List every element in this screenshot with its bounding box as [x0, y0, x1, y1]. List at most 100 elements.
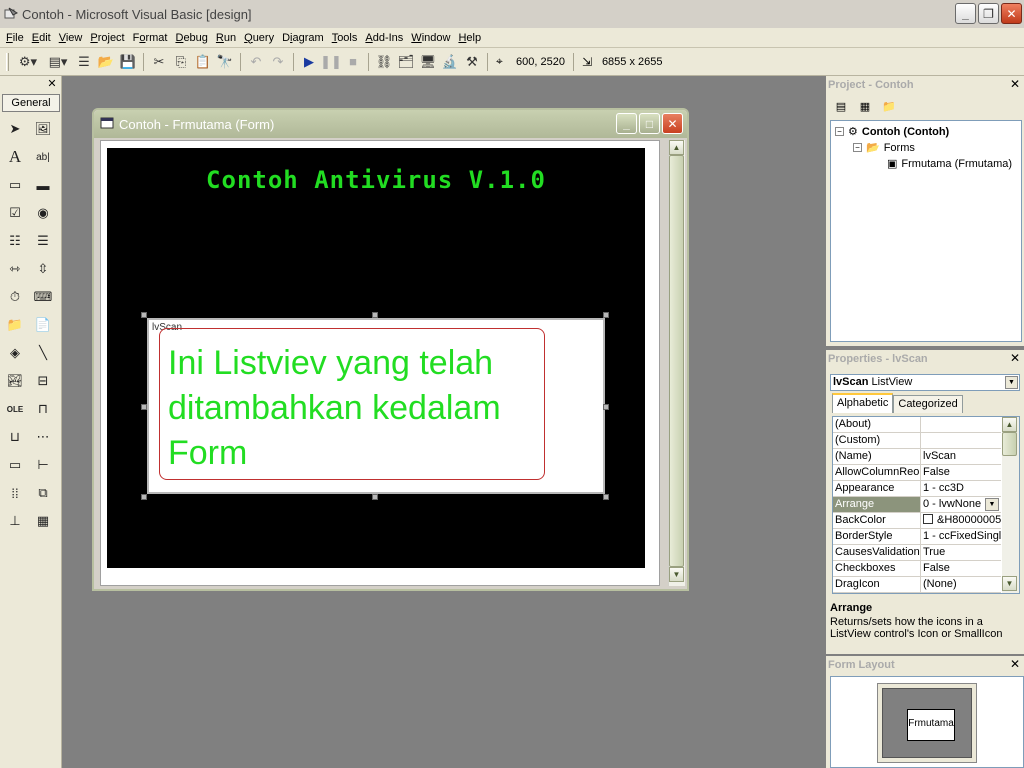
- property-value[interactable]: True: [921, 545, 1001, 560]
- menu-tools[interactable]: Tools: [328, 28, 362, 48]
- resize-handle-n[interactable]: [372, 312, 378, 318]
- form-heading-label[interactable]: Contoh Antivirus V.1.0: [107, 166, 645, 194]
- tree-item-project[interactable]: − ⚙ Contoh (Contoh): [835, 125, 949, 138]
- listbox-icon[interactable]: ☰: [32, 230, 54, 252]
- property-value[interactable]: [921, 417, 1001, 432]
- optionbutton-icon[interactable]: ◉: [32, 202, 54, 224]
- form-vertical-scrollbar[interactable]: ▲ ▼: [668, 140, 685, 586]
- statusbar-icon[interactable]: ⋯: [32, 426, 54, 448]
- property-value[interactable]: 0 - lvwNone ▼: [921, 497, 1001, 512]
- menu-help[interactable]: Help: [454, 28, 485, 48]
- undo-icon[interactable]: ↶: [245, 51, 267, 73]
- find-icon[interactable]: 🔭: [214, 51, 236, 73]
- resize-handle-nw[interactable]: [141, 312, 147, 318]
- toolbox-icon[interactable]: ⚒: [461, 51, 483, 73]
- collapse-icon[interactable]: −: [853, 143, 862, 152]
- line-icon[interactable]: ╲: [32, 342, 54, 364]
- tabstrip-icon[interactable]: ⊓: [32, 398, 54, 420]
- property-row[interactable]: Checkboxes False: [833, 561, 1001, 577]
- properties-close-icon[interactable]: ✕: [1008, 352, 1022, 366]
- property-value[interactable]: False: [921, 465, 1001, 480]
- tree-item-frmutama[interactable]: ▣ Frmutama (Frmutama): [887, 157, 1012, 171]
- checkbox-icon[interactable]: ☑: [4, 202, 26, 224]
- form-close-button[interactable]: ✕: [662, 113, 683, 134]
- tab-alphabetic[interactable]: Alphabetic: [832, 393, 894, 413]
- image-icon[interactable]: 🏞: [4, 370, 26, 392]
- minimize-button[interactable]: _: [955, 3, 976, 24]
- toolbar-control-icon[interactable]: ⊔: [4, 426, 26, 448]
- filelistbox-icon[interactable]: 📄: [32, 314, 54, 336]
- pointer-icon[interactable]: ➤: [4, 118, 26, 140]
- property-value[interactable]: False: [921, 561, 1001, 576]
- menu-window[interactable]: Window: [407, 28, 454, 48]
- menu-run[interactable]: Run: [212, 28, 240, 48]
- property-row[interactable]: AllowColumnReor False: [833, 465, 1001, 481]
- property-value[interactable]: 1 - cc3D: [921, 481, 1001, 496]
- paste-icon[interactable]: 📋: [192, 51, 214, 73]
- property-row-selected[interactable]: Arrange 0 - lvwNone ▼: [833, 497, 1001, 513]
- property-row[interactable]: BorderStyle 1 - ccFixedSingle: [833, 529, 1001, 545]
- resize-handle-sw[interactable]: [141, 494, 147, 500]
- toolbox-close-icon[interactable]: ✕: [45, 78, 59, 91]
- chevron-down-icon[interactable]: ▼: [985, 498, 999, 511]
- property-row[interactable]: BackColor &H80000005: [833, 513, 1001, 529]
- resize-handle-e[interactable]: [603, 404, 609, 410]
- copy-icon[interactable]: ⎘: [170, 51, 192, 73]
- property-row[interactable]: (Name) lvScan: [833, 449, 1001, 465]
- save-project-icon[interactable]: 💾: [117, 51, 139, 73]
- resize-handle-ne[interactable]: [603, 312, 609, 318]
- textbox-icon[interactable]: ab|: [32, 146, 54, 168]
- object-browser-icon[interactable]: 🔬: [439, 51, 461, 73]
- property-value[interactable]: 1 - ccFixedSingle: [921, 529, 1001, 544]
- property-row[interactable]: CausesValidation True: [833, 545, 1001, 561]
- end-icon[interactable]: ■: [342, 51, 364, 73]
- property-value[interactable]: (None): [921, 577, 1001, 592]
- hscrollbar-icon[interactable]: ⇿: [4, 258, 26, 280]
- vb-app-icon[interactable]: [4, 7, 19, 21]
- resize-handle-se[interactable]: [603, 494, 609, 500]
- close-button[interactable]: ✕: [1001, 3, 1022, 24]
- break-icon[interactable]: ❚❚: [320, 51, 342, 73]
- menu-debug[interactable]: Debug: [171, 28, 211, 48]
- redo-icon[interactable]: ↷: [267, 51, 289, 73]
- treeview-icon[interactable]: ⊢: [32, 454, 54, 476]
- menu-diagram[interactable]: Diagram: [278, 28, 328, 48]
- timer-icon[interactable]: ⏱: [4, 286, 26, 308]
- property-row[interactable]: (Custom): [833, 433, 1001, 449]
- view-code-icon[interactable]: ▤: [830, 96, 852, 116]
- add-form-icon[interactable]: ▤▾: [43, 51, 73, 73]
- form-surface[interactable]: Contoh Antivirus V.1.0 lvScan Ini Listvi…: [107, 148, 645, 568]
- toolbar-grip[interactable]: [6, 52, 9, 71]
- scroll-up-arrow-icon[interactable]: ▲: [669, 140, 684, 155]
- resize-handle-s[interactable]: [372, 494, 378, 500]
- property-value[interactable]: lvScan: [921, 449, 1001, 464]
- scroll-down-arrow-icon[interactable]: ▼: [1002, 576, 1017, 591]
- shape-icon[interactable]: ◈: [4, 342, 26, 364]
- resize-handle-w[interactable]: [141, 404, 147, 410]
- form-layout-close-icon[interactable]: ✕: [1008, 658, 1022, 672]
- menu-add-ins[interactable]: Add-Ins: [361, 28, 407, 48]
- listview-icon[interactable]: ⁞⁞: [4, 482, 26, 504]
- menu-format[interactable]: Format: [129, 28, 172, 48]
- form-minimize-button[interactable]: _: [616, 113, 637, 134]
- menu-query[interactable]: Query: [240, 28, 278, 48]
- tree-item-forms[interactable]: − 📂 Forms: [853, 141, 915, 154]
- scroll-down-arrow-icon[interactable]: ▼: [669, 567, 684, 582]
- collapse-icon[interactable]: −: [835, 127, 844, 136]
- property-value[interactable]: [921, 433, 1001, 448]
- chevron-down-icon[interactable]: ▼: [1005, 376, 1018, 389]
- listview-control[interactable]: lvScan Ini Listviev yang telah ditambahk…: [147, 318, 605, 494]
- form-maximize-button[interactable]: □: [639, 113, 660, 134]
- form-layout-icon[interactable]: 🖥: [417, 51, 439, 73]
- scroll-up-arrow-icon[interactable]: ▲: [1002, 417, 1017, 432]
- frame-icon[interactable]: ▭: [4, 174, 26, 196]
- view-object-icon[interactable]: ▦: [854, 96, 876, 116]
- add-project-icon[interactable]: ⚙▾: [13, 51, 43, 73]
- data-icon[interactable]: ⊟: [32, 370, 54, 392]
- menu-project[interactable]: Project: [86, 28, 128, 48]
- mini-form-preview[interactable]: Frmutama: [907, 709, 955, 741]
- scroll-thumb[interactable]: [1002, 432, 1017, 456]
- picturebox-icon[interactable]: 🖼: [32, 118, 54, 140]
- drivelistbox-icon[interactable]: ⌨: [32, 286, 54, 308]
- imagecombo-icon[interactable]: ▦: [32, 510, 54, 532]
